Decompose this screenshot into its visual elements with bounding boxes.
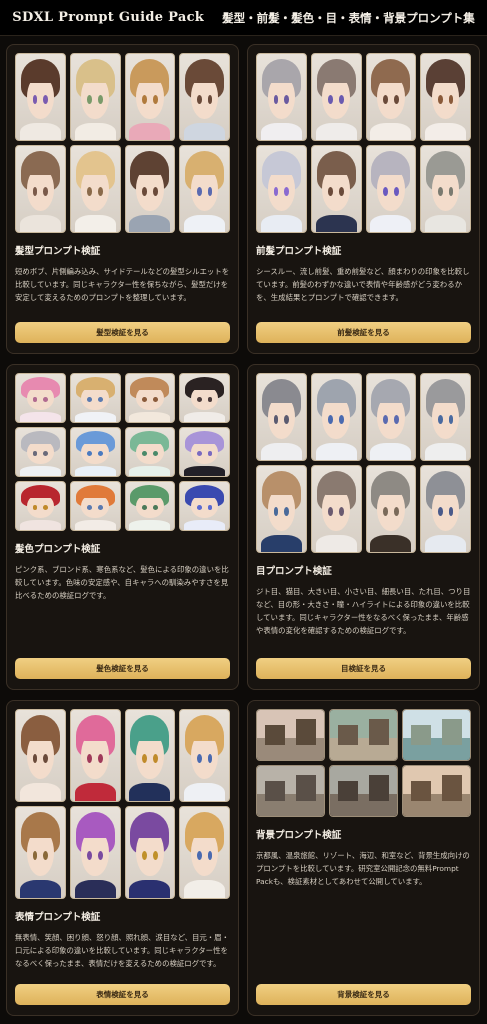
card-bangs: 前髪プロンプト検証 シースルー、流し前髪、重め前髪など、顔まわりの印象を比較して… [247,44,480,354]
expression-button[interactable]: 表情検証を見る [15,984,230,1005]
character-thumbnail [69,145,121,233]
character-thumbnail [69,427,121,477]
card-hair-color: 髪色プロンプト検証 ピンク系、ブロンド系、寒色系など、髪色による印象の違いを比較… [6,364,239,690]
thumb-grid [256,53,471,233]
character-thumbnail [420,373,471,461]
scene-thumbnail [256,709,325,761]
scene-thumbnail [329,709,398,761]
character-thumbnail [124,806,176,899]
card-title: 前髪プロンプト検証 [256,246,342,257]
card-expression: 表情プロンプト検証 無表情、笑顔、困り顔、怒り顔、照れ顔、涙目など、目元・眉・口… [6,700,239,1016]
character-thumbnail [365,53,417,141]
hairstyle-button[interactable]: 髪型検証を見る [15,322,230,343]
character-thumbnail [69,373,121,423]
character-thumbnail [124,709,176,802]
scene-thumbnail [402,765,471,817]
character-thumbnail [15,373,66,423]
character-thumbnail [124,481,176,531]
background-button[interactable]: 背景検証を見る [256,984,471,1005]
thumb-grid [15,373,230,531]
card-title: 背景プロンプト検証 [256,830,342,841]
thumb-grid [256,373,471,553]
character-thumbnail [69,53,121,141]
thumb-grid [15,53,230,233]
character-thumbnail [15,709,66,802]
character-thumbnail [179,145,230,233]
character-thumbnail [15,145,66,233]
character-thumbnail [179,709,230,802]
character-thumbnail [310,145,362,233]
character-thumbnail [124,145,176,233]
hair-color-button[interactable]: 髪色検証を見る [15,658,230,679]
character-thumbnail [124,373,176,423]
thumb-grid [256,709,471,817]
card-background: 背景プロンプト検証 京都風、温泉旅館、リゾート、海辺、和室など、背景生成向けのプ… [247,700,480,1016]
character-thumbnail [179,373,230,423]
scene-thumbnail [402,709,471,761]
eyes-button[interactable]: 目検証を見る [256,658,471,679]
card-title: 目プロンプト検証 [256,566,332,577]
page-header: SDXL Prompt Guide Pack 髪型・前髪・髪色・目・表情・背景プ… [0,0,487,36]
card-title: 表情プロンプト検証 [15,912,101,923]
bangs-button[interactable]: 前髪検証を見る [256,322,471,343]
character-thumbnail [256,145,307,233]
card-description: ピンク系、ブロンド系、寒色系など、髪色による印象の違いを比較しています。色味の安… [15,565,229,600]
card-description: 京都風、温泉旅館、リゾート、海辺、和室など、背景生成向けのプロンプトを比較してい… [256,851,470,886]
character-thumbnail [179,806,230,899]
page-subtitle: 髪型・前髪・髪色・目・表情・背景プロンプト集 [222,10,475,25]
character-thumbnail [310,465,362,553]
character-thumbnail [310,373,362,461]
character-thumbnail [15,427,66,477]
page-title: SDXL Prompt Guide Pack [12,10,205,25]
scene-thumbnail [256,765,325,817]
character-thumbnail [15,53,66,141]
thumb-grid [15,709,230,899]
card-description: 無表情、笑顔、困り顔、怒り顔、照れ顔、涙目など、目元・眉・口元による印象の違いを… [15,933,229,968]
character-thumbnail [69,481,121,531]
character-thumbnail [15,806,66,899]
character-thumbnail [69,806,121,899]
character-thumbnail [179,53,230,141]
character-thumbnail [420,465,471,553]
card-description: シースルー、流し前髪、重め前髪など、顔まわりの印象を比較しています。前髪のわずか… [256,267,470,302]
character-thumbnail [124,53,176,141]
character-thumbnail [256,53,307,141]
character-thumbnail [256,373,307,461]
character-thumbnail [256,465,307,553]
card-description: 短めボブ、片側編み込み、サイドテールなどの髪型シルエットを比較しています。同じキ… [15,267,230,302]
character-thumbnail [179,481,230,531]
character-thumbnail [179,427,230,477]
card-description: ジト目、猫目、大きい目、小さい目、細長い目、たれ目、つり目など、目の形・大きさ・… [256,587,471,635]
card-title: 髪色プロンプト検証 [15,544,101,555]
card-hairstyle: 髪型プロンプト検証 短めボブ、片側編み込み、サイドテールなどの髪型シルエットを比… [6,44,239,354]
character-thumbnail [310,53,362,141]
character-thumbnail [365,465,417,553]
character-thumbnail [420,53,471,141]
card-eyes: 目プロンプト検証 ジト目、猫目、大きい目、小さい目、細長い目、たれ目、つり目など… [247,364,480,690]
scene-thumbnail [329,765,398,817]
character-thumbnail [124,427,176,477]
card-title: 髪型プロンプト検証 [15,246,101,257]
character-thumbnail [420,145,471,233]
character-thumbnail [365,373,417,461]
character-thumbnail [15,481,66,531]
character-thumbnail [69,709,121,802]
character-thumbnail [365,145,417,233]
